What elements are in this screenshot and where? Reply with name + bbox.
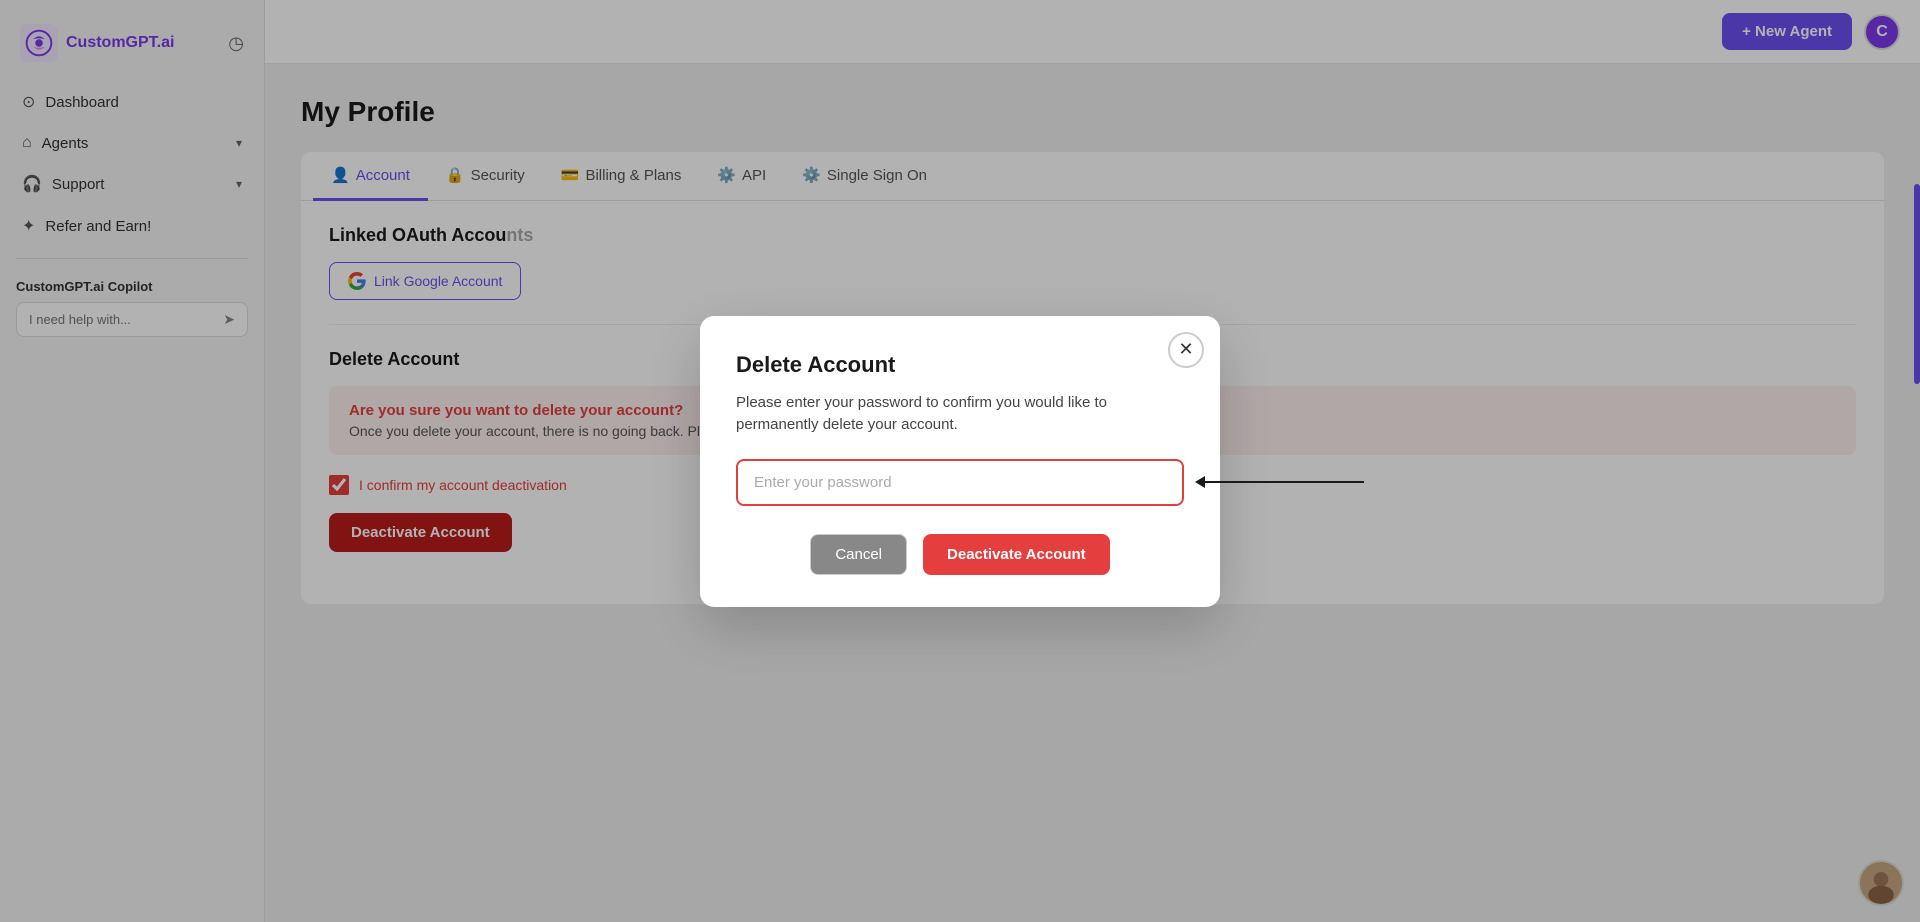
password-input[interactable] (736, 459, 1184, 506)
modal-input-wrap (736, 459, 1184, 506)
modal-footer: Cancel Deactivate Account (736, 534, 1184, 575)
modal-close-button[interactable]: ✕ (1168, 332, 1204, 368)
modal-deactivate-button[interactable]: Deactivate Account (923, 534, 1110, 575)
arrow-indicator (1195, 476, 1364, 488)
arrow-line (1204, 481, 1364, 483)
modal-description: Please enter your password to confirm yo… (736, 392, 1184, 437)
modal-overlay: ✕ Delete Account Please enter your passw… (0, 0, 1920, 922)
delete-account-modal: ✕ Delete Account Please enter your passw… (700, 316, 1220, 607)
modal-title: Delete Account (736, 352, 1184, 378)
modal-cancel-button[interactable]: Cancel (810, 534, 907, 575)
